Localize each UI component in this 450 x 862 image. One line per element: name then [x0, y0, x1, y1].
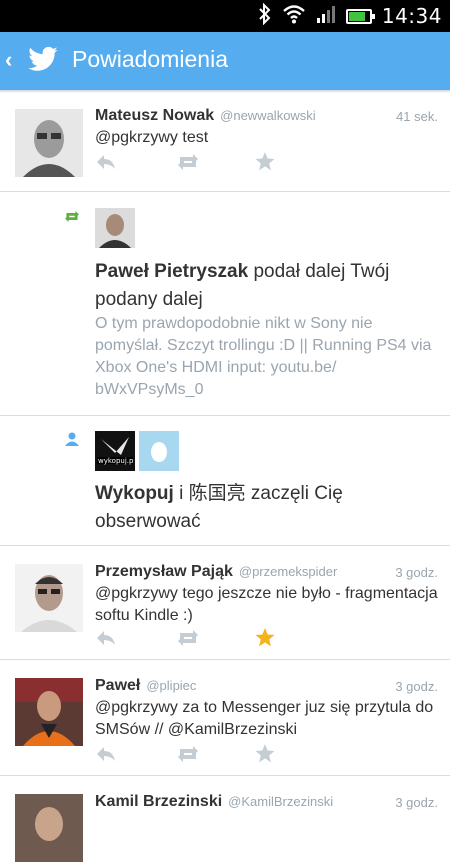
author-name[interactable]: Kamil Brzezinski	[95, 793, 222, 810]
reply-icon[interactable]	[95, 629, 175, 652]
retweet-activity-icon	[63, 210, 81, 228]
author-name[interactable]: Paweł	[95, 677, 140, 694]
follow-headline: Wykopuj i 陈国亮 zaczęli Cię obserwować	[95, 480, 440, 536]
page-title: Powiadomienia	[72, 46, 228, 72]
avatar[interactable]	[15, 678, 83, 746]
retweet-icon[interactable]	[175, 629, 255, 652]
avatar[interactable]	[95, 208, 135, 248]
retweeter-name[interactable]: Paweł Pietryszak	[95, 261, 248, 282]
avatar[interactable]	[15, 109, 83, 177]
favorite-star-icon-active[interactable]	[255, 628, 335, 652]
wifi-icon	[282, 4, 306, 29]
avatar[interactable]	[15, 794, 83, 862]
retweet-icon[interactable]	[175, 153, 255, 176]
list-item[interactable]: Mateusz Nowak @newwalkowski 41 sek. @pgkr…	[0, 90, 450, 192]
conjunction: i	[179, 483, 184, 504]
back-button[interactable]: ‹	[5, 47, 12, 73]
follower-name-2[interactable]: 陈国亮	[189, 483, 246, 504]
author-name[interactable]: Przemysław Pająk	[95, 563, 233, 580]
signal-icon	[316, 4, 336, 29]
battery-icon	[345, 8, 375, 24]
status-bar: 14:34	[0, 0, 450, 32]
timestamp: 41 sek.	[396, 109, 438, 124]
reply-icon[interactable]	[95, 153, 175, 176]
list-item[interactable]: Przemysław Pająk @przemekspider 3 godz. @…	[0, 546, 450, 660]
author-handle[interactable]: @plipiec	[146, 678, 196, 693]
timestamp: 3 godz.	[395, 679, 438, 694]
author-handle[interactable]: @KamilBrzezinski	[228, 794, 333, 809]
avatar-default-egg[interactable]	[139, 431, 179, 471]
quoted-tweet-text[interactable]: O tym prawdopodobnie nikt w Sony nie pom…	[95, 313, 440, 401]
avatar[interactable]	[15, 564, 83, 632]
follow-activity-icon	[65, 432, 79, 451]
timestamp: 3 godz.	[395, 795, 438, 810]
bluetooth-icon	[258, 2, 272, 30]
notification-list: Mateusz Nowak @newwalkowski 41 sek. @pgkr…	[0, 90, 450, 862]
author-name[interactable]: Mateusz Nowak	[95, 107, 214, 124]
twitter-bird-icon[interactable]	[26, 43, 60, 80]
author-handle[interactable]: @przemekspider	[239, 564, 337, 579]
wykopuj-logo-text: wykopuj.p	[98, 457, 134, 465]
avatar-wykopuj[interactable]: wykopuj.p	[95, 431, 135, 471]
retweet-headline: Paweł Pietryszak podał dalej Twój podany…	[95, 258, 440, 314]
list-item[interactable]: Paweł @plipiec 3 godz. @pgkrzywy za to Me…	[0, 660, 450, 776]
reply-icon[interactable]	[95, 745, 175, 768]
follower-name-1[interactable]: Wykopuj	[95, 483, 174, 504]
favorite-star-icon[interactable]	[255, 152, 335, 176]
tweet-text: @pgkrzywy za to Messenger juz się przytu…	[95, 699, 434, 738]
tweet-text: @pgkrzywy tego jeszcze nie było - fragme…	[95, 585, 438, 624]
favorite-star-icon[interactable]	[255, 744, 335, 768]
list-item[interactable]: wykopuj.p Wykopuj i 陈国亮 zaczęli Cię obse…	[0, 416, 450, 546]
author-handle[interactable]: @newwalkowski	[220, 108, 316, 123]
action-bar: ‹ Powiadomienia	[0, 32, 450, 93]
status-clock: 14:34	[381, 4, 442, 28]
timestamp: 3 godz.	[395, 565, 438, 580]
list-item[interactable]: Paweł Pietryszak podał dalej Twój podany…	[0, 192, 450, 416]
retweet-icon[interactable]	[175, 745, 255, 768]
tweet-text: @pgkrzywy test	[95, 129, 209, 146]
list-item[interactable]: Kamil Brzezinski @KamilBrzezinski 3 godz.	[0, 776, 450, 862]
